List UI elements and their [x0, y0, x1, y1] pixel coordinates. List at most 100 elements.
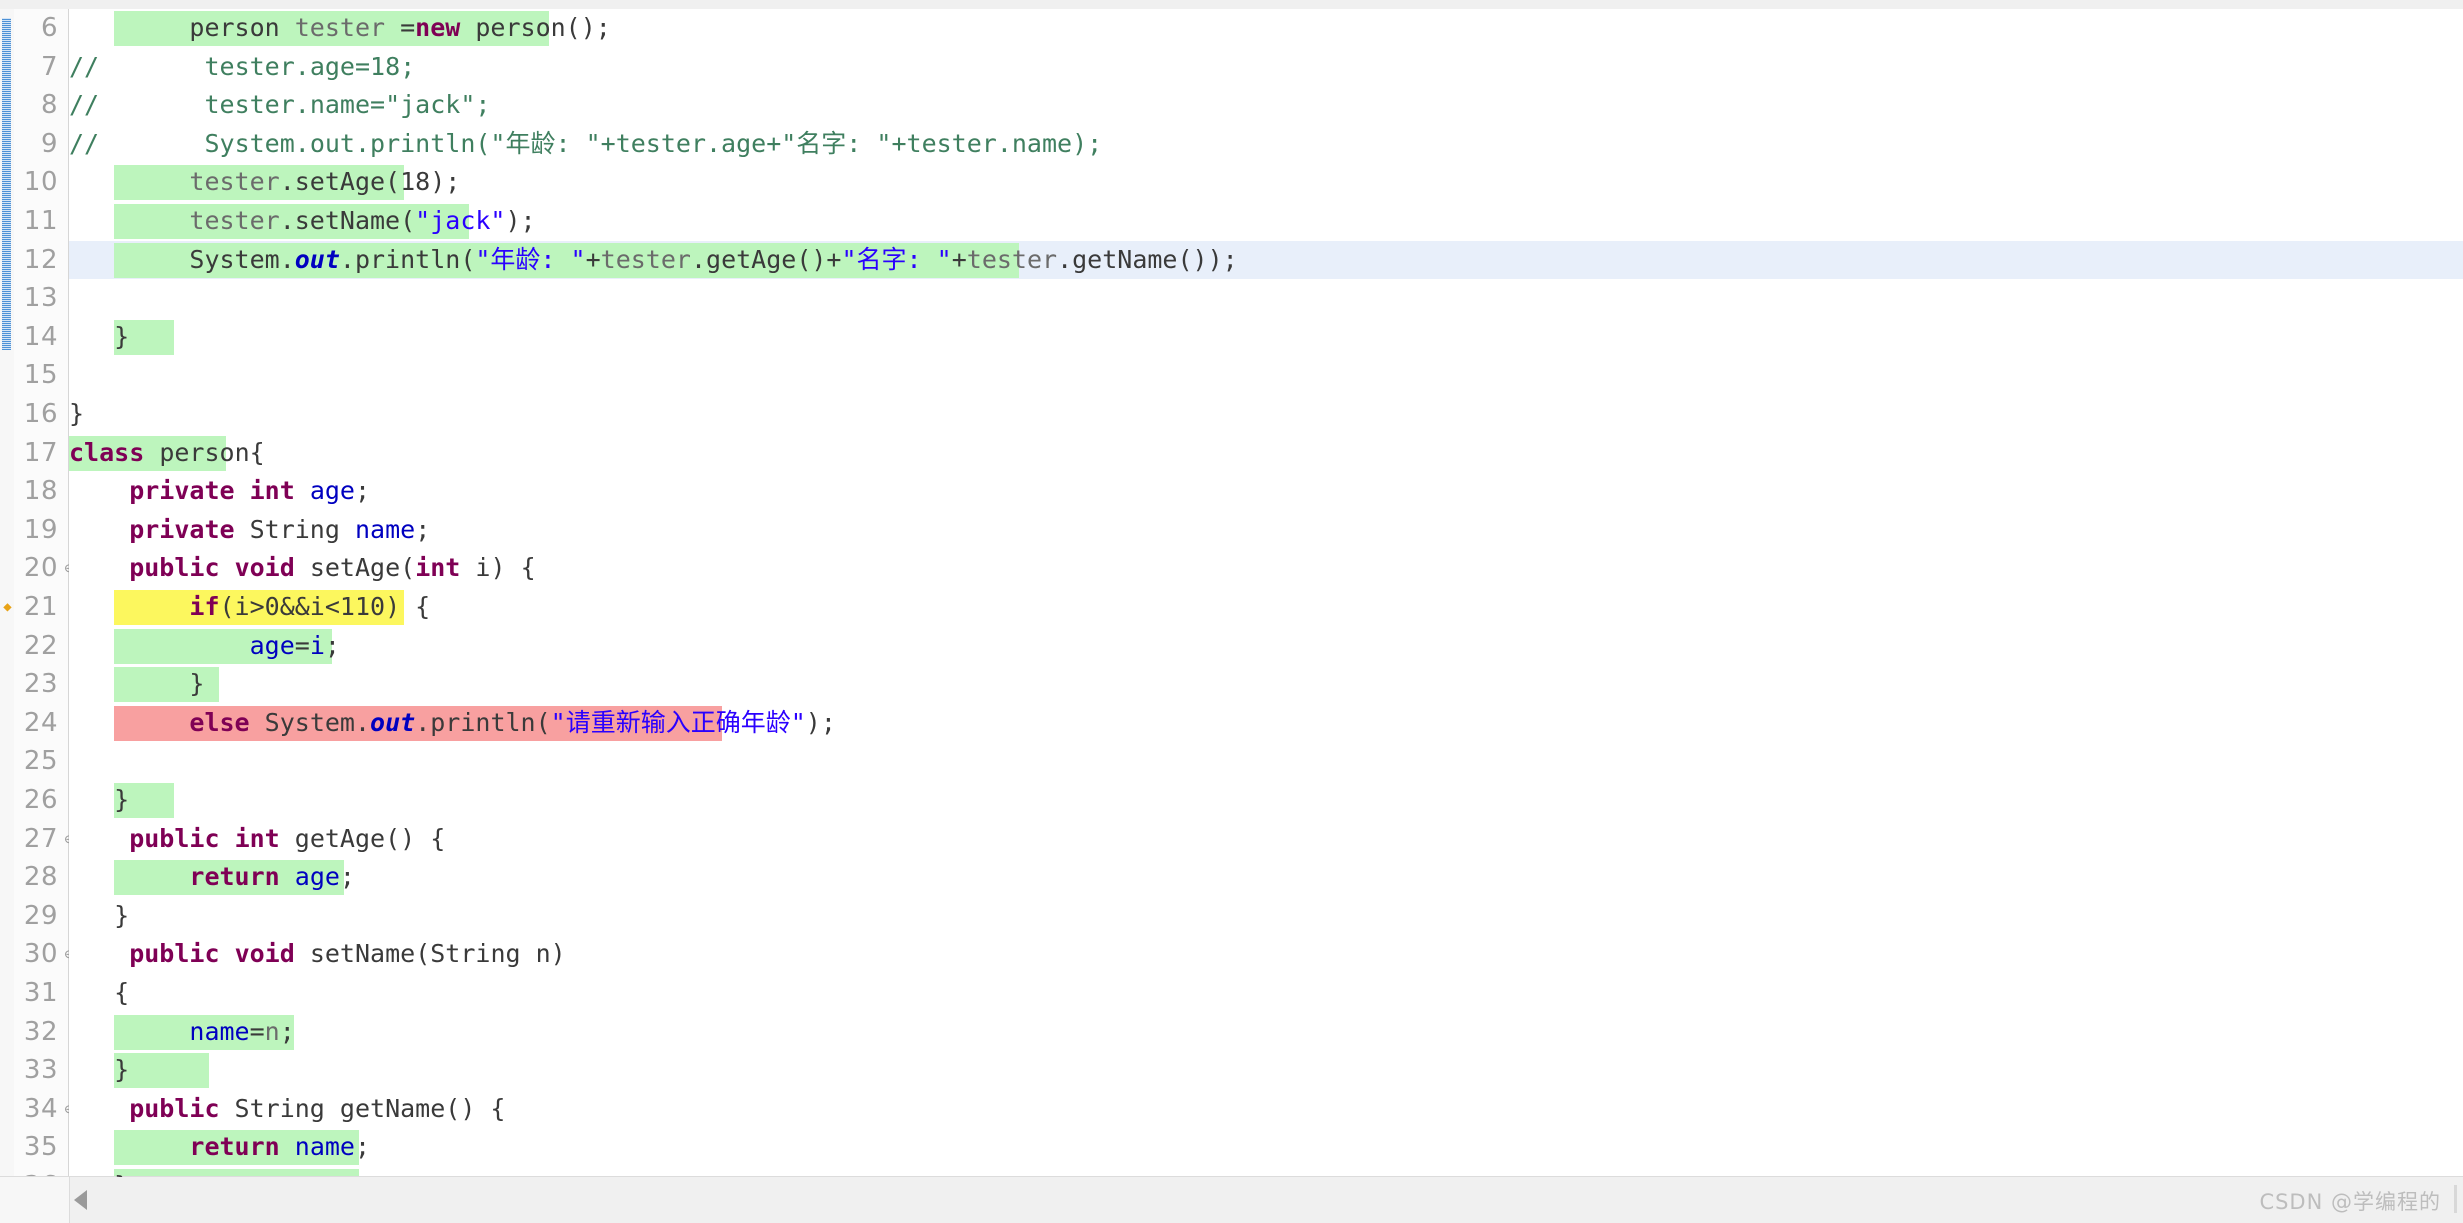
code-line[interactable]: if(i>0&&i<110) {	[69, 588, 2463, 627]
code-text[interactable]: }	[114, 1051, 129, 1090]
horizontal-scrollbar[interactable]: CSDN @学编程的	[0, 1176, 2463, 1223]
code-text[interactable]: tester.setName("jack");	[189, 202, 535, 241]
token-str: "jack"	[415, 206, 506, 235]
token-plain: +	[951, 244, 967, 274]
code-line[interactable]: class person{	[69, 434, 2463, 473]
code-text[interactable]: private int age;	[129, 472, 370, 511]
code-line[interactable]: age=i;	[69, 627, 2463, 666]
code-line[interactable]: }	[69, 781, 2463, 820]
code-text[interactable]: // tester.name="jack";	[69, 86, 490, 125]
line-number: 24	[23, 707, 58, 738]
code-text[interactable]: }	[114, 781, 129, 820]
code-line[interactable]: // tester.age=18;	[69, 48, 2463, 87]
token-plain: ;	[339, 862, 355, 892]
token-kw: public	[129, 1093, 220, 1123]
code-text[interactable]: System.out.println("年龄: "+tester.getAge(…	[189, 241, 1237, 280]
token-kw: void	[234, 939, 295, 969]
code-text[interactable]: class person{	[69, 434, 265, 473]
code-line[interactable]: // tester.name="jack";	[69, 86, 2463, 125]
token-plain: person();	[460, 13, 611, 42]
code-text[interactable]: // tester.age=18;	[69, 48, 415, 87]
code-text[interactable]: person tester =new person();	[189, 9, 610, 48]
token-stat: out	[370, 707, 416, 737]
token-plain: }	[114, 321, 130, 351]
token-str: "年龄: "	[475, 244, 586, 274]
code-line[interactable]: System.out.println("年龄: "+tester.getAge(…	[69, 240, 2463, 280]
code-text[interactable]: if(i>0&&i<110) {	[189, 588, 430, 627]
token-plain: }	[69, 399, 85, 428]
code-line[interactable]: return age;	[69, 858, 2463, 897]
line-number: 25	[23, 746, 58, 777]
line-number: 32	[23, 1016, 58, 1047]
code-line[interactable]: person tester =new person();	[69, 9, 2463, 48]
code-line[interactable]: public void setAge(int i) {	[69, 549, 2463, 588]
breakpoint-marker-bar[interactable]: ◆	[0, 9, 15, 1177]
code-text[interactable]: }	[189, 665, 204, 704]
triangle-left-icon[interactable]	[74, 1190, 87, 1210]
code-line[interactable]: private int age;	[69, 472, 2463, 511]
line-number: 26	[23, 785, 58, 815]
token-muted: tester	[189, 206, 280, 235]
code-line[interactable]: name=n;	[69, 1013, 2463, 1052]
code-line[interactable]: return name;	[69, 1128, 2463, 1167]
code-text[interactable]: public String getName() {	[129, 1090, 505, 1129]
line-number: 9	[40, 128, 58, 159]
token-plain: person	[189, 13, 295, 42]
code-line[interactable]: {	[69, 974, 2463, 1013]
code-line[interactable]	[69, 742, 2463, 781]
token-plain: setName(String n)	[294, 939, 566, 969]
code-line[interactable]: public void setName(String n)	[69, 935, 2463, 974]
line-number-gutter: 67891011121314151617181920⊖2122232425262…	[14, 9, 74, 1201]
token-plain: .println(	[415, 707, 551, 737]
code-text[interactable]: public int getAge() {	[129, 820, 445, 859]
token-fld: i	[309, 630, 325, 660]
code-text[interactable]: }	[69, 395, 84, 434]
token-plain: ;	[354, 1132, 371, 1162]
code-text[interactable]: name=n;	[189, 1013, 294, 1052]
code-text[interactable]: private String name;	[129, 511, 430, 550]
code-line[interactable]: }	[69, 395, 2463, 434]
code-line[interactable]: }	[69, 1051, 2463, 1090]
code-line[interactable]: private String name;	[69, 511, 2463, 550]
token-kw: public	[129, 553, 220, 583]
token-muted: tester	[294, 13, 401, 42]
code-line[interactable]: // System.out.println("年龄: "+tester.age+…	[69, 125, 2463, 164]
token-kw: class	[69, 437, 145, 467]
code-text-area[interactable]: person tester =new person();// tester.ag…	[69, 9, 2463, 1177]
code-line[interactable]: }	[69, 318, 2463, 357]
code-text[interactable]: }	[114, 1167, 129, 1177]
code-line[interactable]: public String getName() {	[69, 1090, 2463, 1129]
token-kw: public	[129, 823, 220, 853]
token-kw: private	[129, 476, 235, 506]
token-plain: i) {	[460, 553, 536, 583]
code-text[interactable]: {	[114, 974, 129, 1013]
line-number: 18	[23, 476, 58, 507]
code-text[interactable]: public void setName(String n)	[129, 935, 566, 974]
code-text[interactable]: public void setAge(int i) {	[129, 549, 535, 588]
code-text[interactable]: else System.out.println("请重新输入正确年龄");	[189, 704, 835, 743]
token-plain: =	[294, 630, 310, 660]
code-text[interactable]: }	[114, 318, 129, 357]
code-line[interactable]	[69, 356, 2463, 395]
code-line[interactable]	[69, 279, 2463, 318]
token-str: "名字: "	[841, 244, 952, 274]
code-text[interactable]: // System.out.println("年龄: "+tester.age+…	[69, 125, 1102, 164]
code-editor: ◆ 67891011121314151617181920⊖21222324252…	[0, 0, 2463, 1223]
code-text[interactable]: tester.setAge(18);	[189, 163, 460, 202]
token-plain: =	[249, 1016, 265, 1046]
code-line[interactable]: }	[69, 897, 2463, 936]
code-line[interactable]: tester.setAge(18);	[69, 163, 2463, 202]
token-plain: );	[430, 167, 461, 197]
code-text[interactable]: age=i;	[250, 627, 340, 666]
code-text[interactable]: return name;	[189, 1128, 370, 1167]
token-kw: private	[129, 514, 235, 544]
code-text[interactable]: return age;	[189, 858, 355, 897]
code-text[interactable]: }	[114, 897, 129, 936]
code-line[interactable]: public int getAge() {	[69, 820, 2463, 859]
token-plain: ;	[415, 514, 431, 544]
code-line[interactable]: tester.setName("jack");	[69, 202, 2463, 241]
code-line[interactable]: else System.out.println("请重新输入正确年龄");	[69, 704, 2463, 743]
code-line[interactable]: }	[69, 665, 2463, 704]
breakpoint-icon[interactable]: ◆	[1, 588, 14, 627]
